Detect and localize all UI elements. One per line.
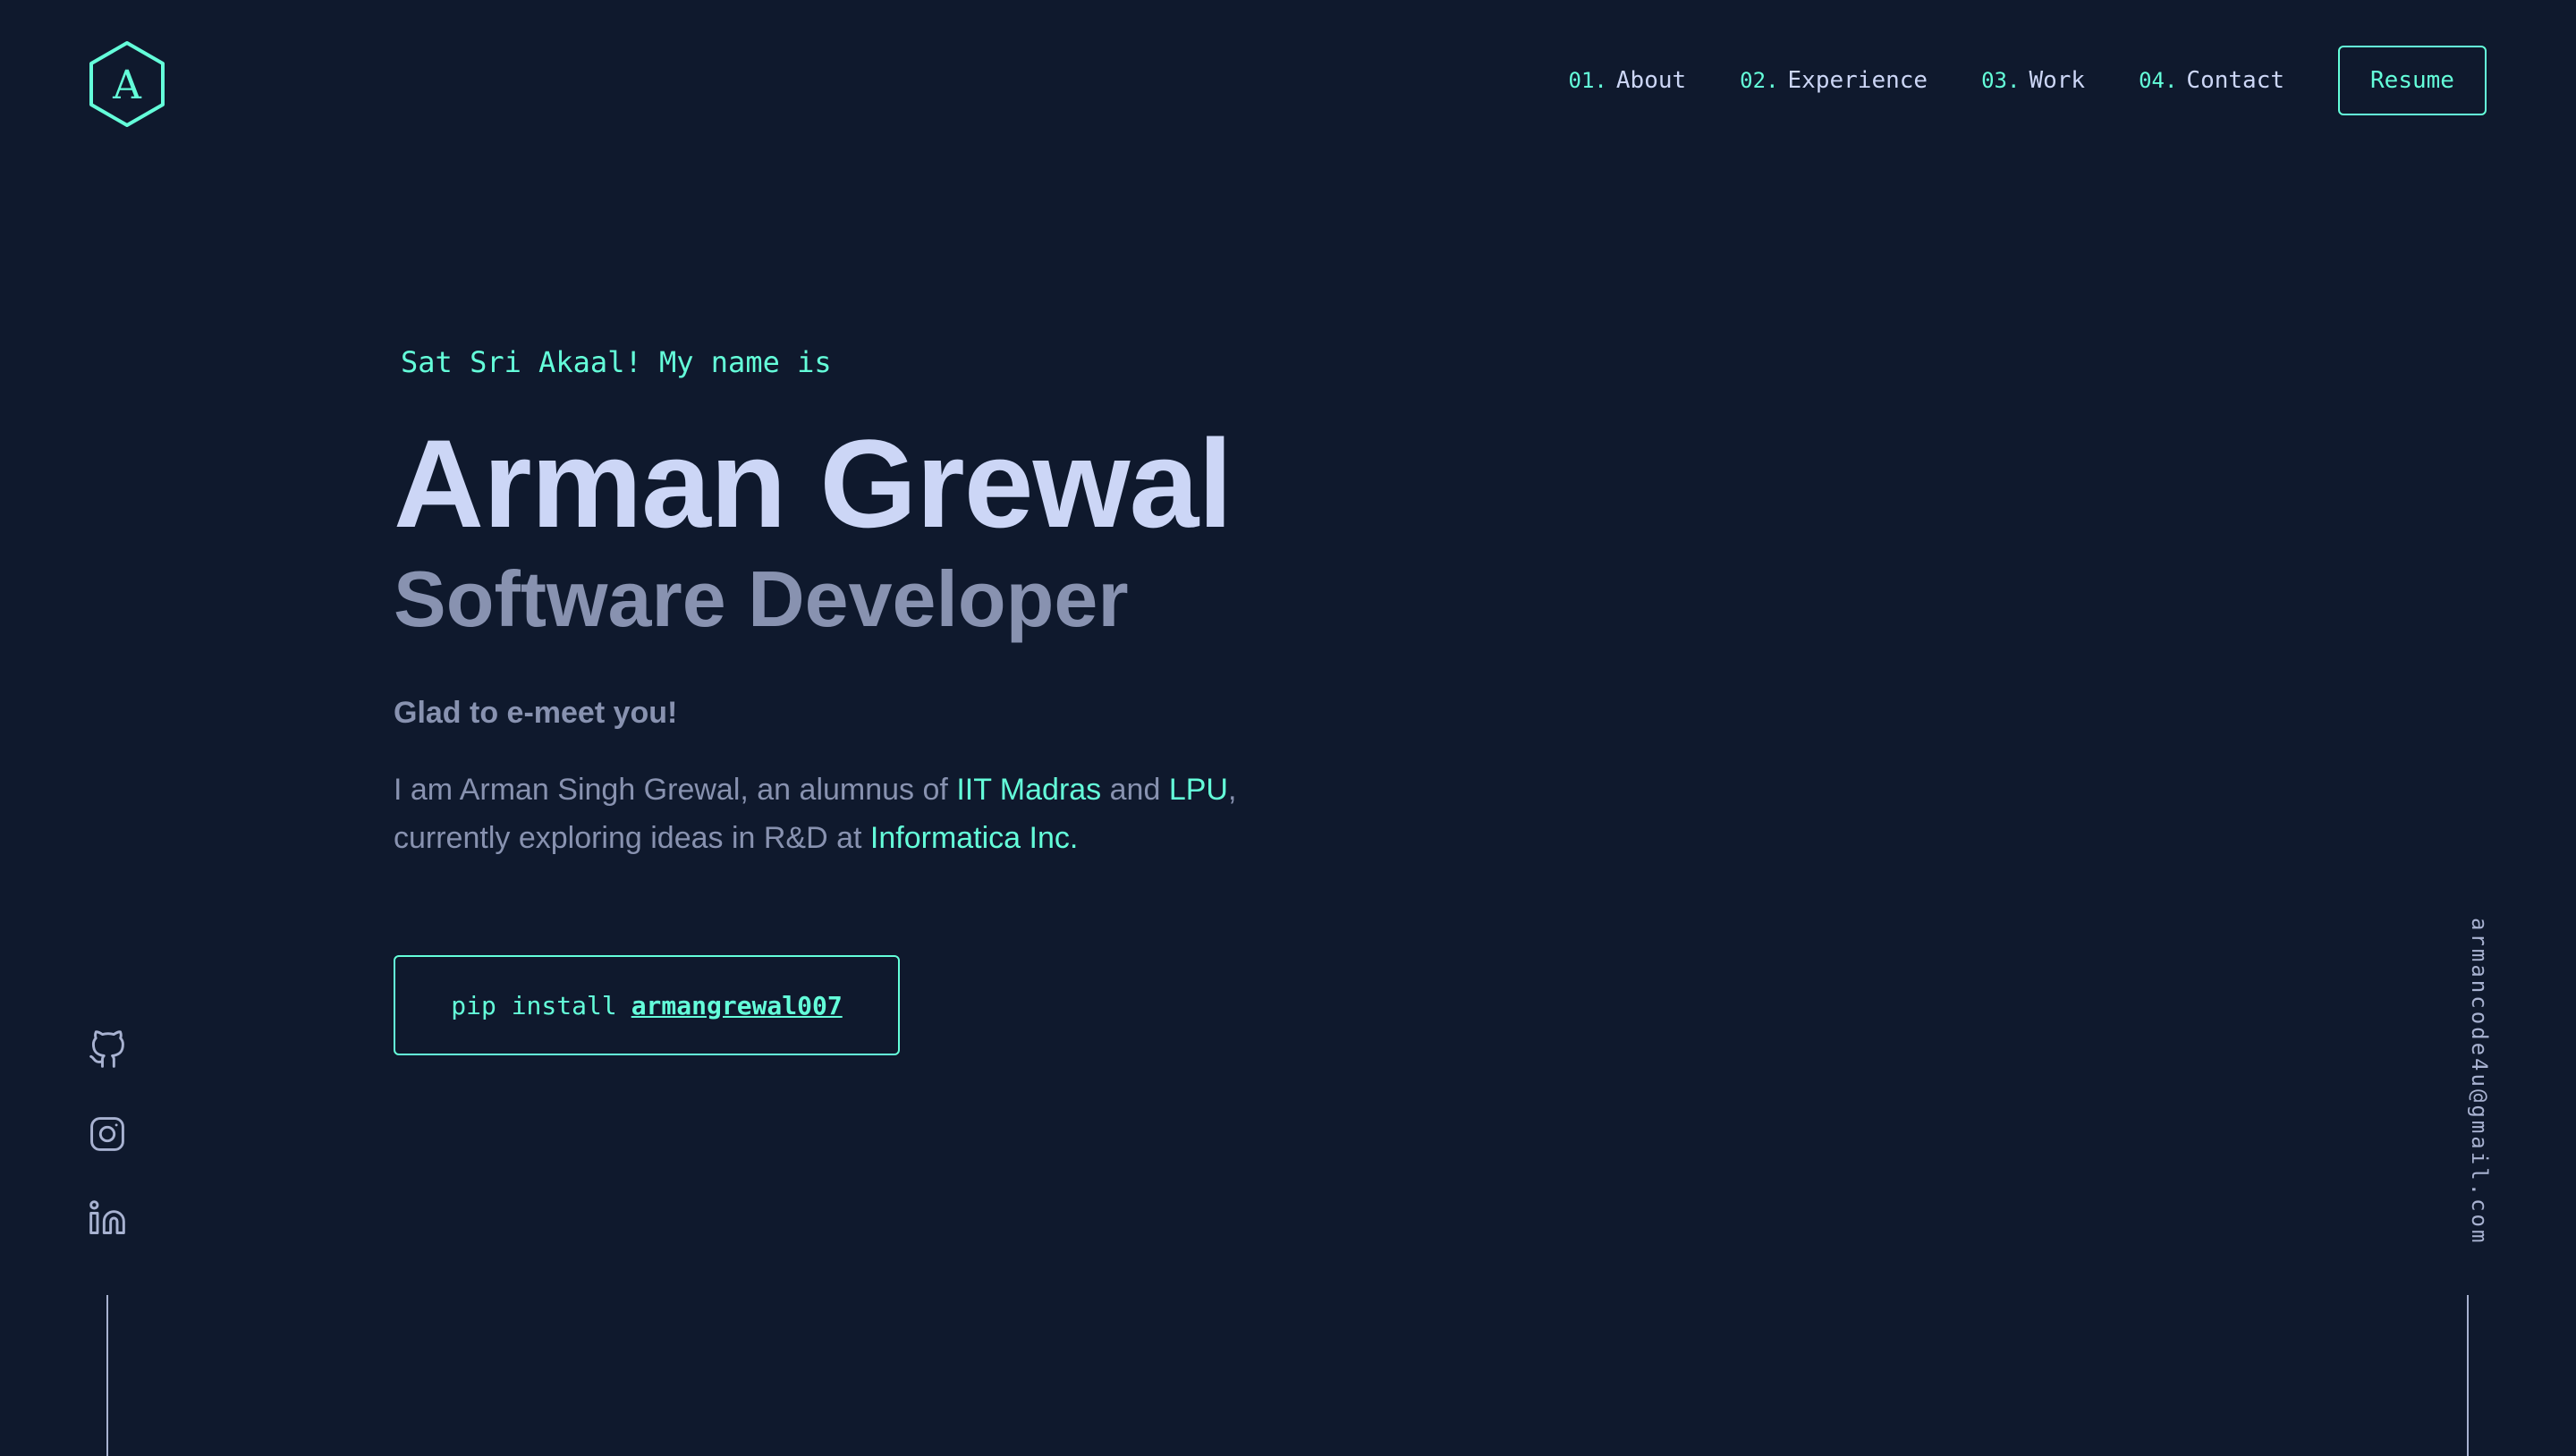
glad-text: Glad to e-meet you! — [394, 696, 678, 730]
nav-work[interactable]: 03. Work — [1981, 67, 2085, 94]
logo-letter: A — [112, 63, 142, 108]
top-nav: 01. About 02. Experience 03. Work 04. Co… — [1569, 46, 2487, 115]
hero-section: Sat Sri Akaal! My name is Arman Grewal S… — [394, 340, 1467, 1055]
nav-about[interactable]: 01. About — [1569, 67, 1687, 94]
nav-label: Work — [2029, 67, 2086, 94]
bio-paragraph: I am Arman Singh Grewal, an alumnus of I… — [394, 766, 1288, 862]
pip-command: pip install — [451, 990, 617, 1020]
instagram-icon[interactable] — [88, 1114, 127, 1154]
linkedin-icon[interactable] — [88, 1198, 127, 1238]
pip-package-link[interactable]: armangrewal007 — [631, 991, 843, 1020]
informatica-link[interactable]: Informatica Inc. — [870, 821, 1078, 855]
github-icon[interactable] — [88, 1030, 127, 1070]
pip-install-box: pip install armangrewal007 — [394, 955, 900, 1055]
nav-number: 01. — [1568, 68, 1607, 93]
nav-label: About — [1615, 67, 1687, 94]
lpu-link[interactable]: LPU — [1169, 773, 1228, 807]
nav-number: 04. — [2139, 68, 2178, 93]
resume-button[interactable]: Resume — [2338, 46, 2487, 115]
nav-label: Contact — [2186, 67, 2284, 94]
right-rail-line — [2467, 1295, 2469, 1456]
nav-number: 03. — [1981, 68, 2021, 93]
bio-text: and — [1101, 773, 1169, 807]
social-links — [88, 1030, 127, 1282]
hero-name: Arman Grewal — [394, 413, 1233, 554]
nav-label: Experience — [1787, 67, 1928, 94]
nav-contact[interactable]: 04. Contact — [2139, 67, 2284, 94]
left-rail-line — [106, 1295, 108, 1456]
nav-number: 02. — [1740, 68, 1779, 93]
hero-role: Software Developer — [394, 554, 1129, 643]
logo-icon[interactable]: A — [86, 39, 168, 129]
iit-madras-link[interactable]: IIT Madras — [956, 773, 1101, 807]
nav-experience[interactable]: 02. Experience — [1740, 67, 1928, 94]
email-link[interactable]: armancode4u@gmail.com — [2467, 918, 2492, 1245]
bio-text: I am Arman Singh Grewal, an alumnus of — [394, 773, 957, 807]
greeting-text: Sat Sri Akaal! My name is — [401, 345, 832, 379]
